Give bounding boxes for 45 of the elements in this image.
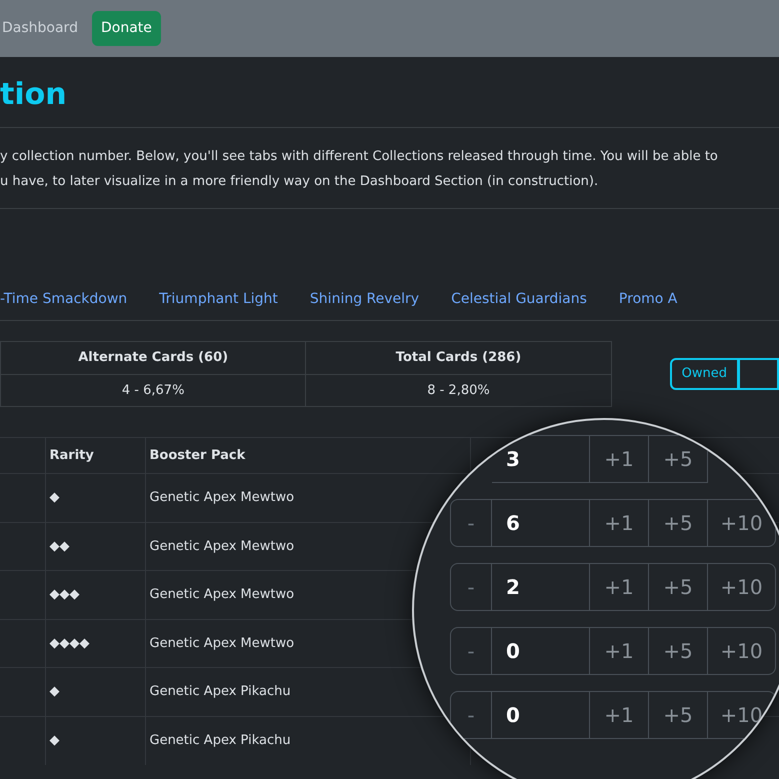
filter-button[interactable]: Owned bbox=[670, 358, 739, 390]
filter-button[interactable] bbox=[739, 358, 779, 390]
count-field[interactable]: 0 bbox=[492, 627, 590, 675]
increment-button[interactable]: +1 bbox=[590, 499, 649, 547]
decrement-button[interactable]: - bbox=[450, 563, 492, 611]
collection-tab[interactable]: -Time Smackdown bbox=[0, 289, 144, 310]
column-header: Rarity bbox=[45, 438, 145, 474]
decrement-button[interactable]: - bbox=[450, 691, 492, 739]
rarity-cell: ◆◆ bbox=[45, 522, 145, 570]
increment-button[interactable]: +1 bbox=[590, 435, 649, 483]
increment-button[interactable]: +1 bbox=[590, 691, 649, 739]
rarity-cell: ◆ bbox=[45, 716, 145, 764]
increment-button[interactable]: +10 bbox=[708, 627, 776, 675]
stat-heading: Total Cards (286) bbox=[306, 342, 612, 374]
increment-button[interactable]: +10 bbox=[708, 691, 776, 739]
decrement-button[interactable]: - bbox=[450, 627, 492, 675]
nav-link[interactable]: Dashboard bbox=[2, 18, 78, 39]
stat-heading: Alternate Cards (60) bbox=[0, 342, 306, 374]
increment-button[interactable]: +5 bbox=[649, 499, 708, 547]
increment-button[interactable]: +1 bbox=[590, 563, 649, 611]
increment-button[interactable]: +5 bbox=[649, 563, 708, 611]
increment-button[interactable]: +5 bbox=[649, 435, 708, 483]
donate-button[interactable]: Donate bbox=[92, 11, 161, 46]
increment-button[interactable]: +10 bbox=[708, 499, 776, 547]
rarity-cell: ◆◆◆ bbox=[45, 570, 145, 619]
decrement-button[interactable]: - bbox=[450, 499, 492, 547]
rarity-cell: ◆ bbox=[45, 474, 145, 522]
increment-button[interactable]: +5 bbox=[649, 627, 708, 675]
count-field[interactable]: 6 bbox=[492, 499, 590, 547]
increment-button[interactable]: +10 bbox=[708, 563, 776, 611]
page-title: tion bbox=[0, 77, 68, 113]
rarity-cell: ◆◆◆◆ bbox=[45, 619, 145, 668]
increment-button[interactable]: +5 bbox=[649, 691, 708, 739]
stat-value: 8 - 2,80% bbox=[306, 374, 612, 406]
collection-tab[interactable]: Celestial Guardians bbox=[435, 289, 603, 310]
rarity-cell: ◆ bbox=[45, 668, 145, 716]
count-field[interactable]: 3 bbox=[492, 435, 590, 483]
increment-button[interactable]: +1 bbox=[590, 627, 649, 675]
count-field[interactable]: 2 bbox=[492, 563, 590, 611]
count-field[interactable]: 0 bbox=[492, 691, 590, 739]
collection-tab[interactable]: Promo A bbox=[602, 289, 694, 310]
collection-tab[interactable]: Shining Revelry bbox=[294, 289, 436, 310]
collection-tab[interactable]: Triumphant Light bbox=[143, 289, 294, 310]
stat-value: 4 - 6,67% bbox=[0, 374, 306, 406]
intro-text: y collection number. Below, you'll see tabs with different Collections released through time. You will be able to u have, to later visualize in a more friendly way on the Dashboard Section (in construction). bbox=[0, 148, 719, 191]
